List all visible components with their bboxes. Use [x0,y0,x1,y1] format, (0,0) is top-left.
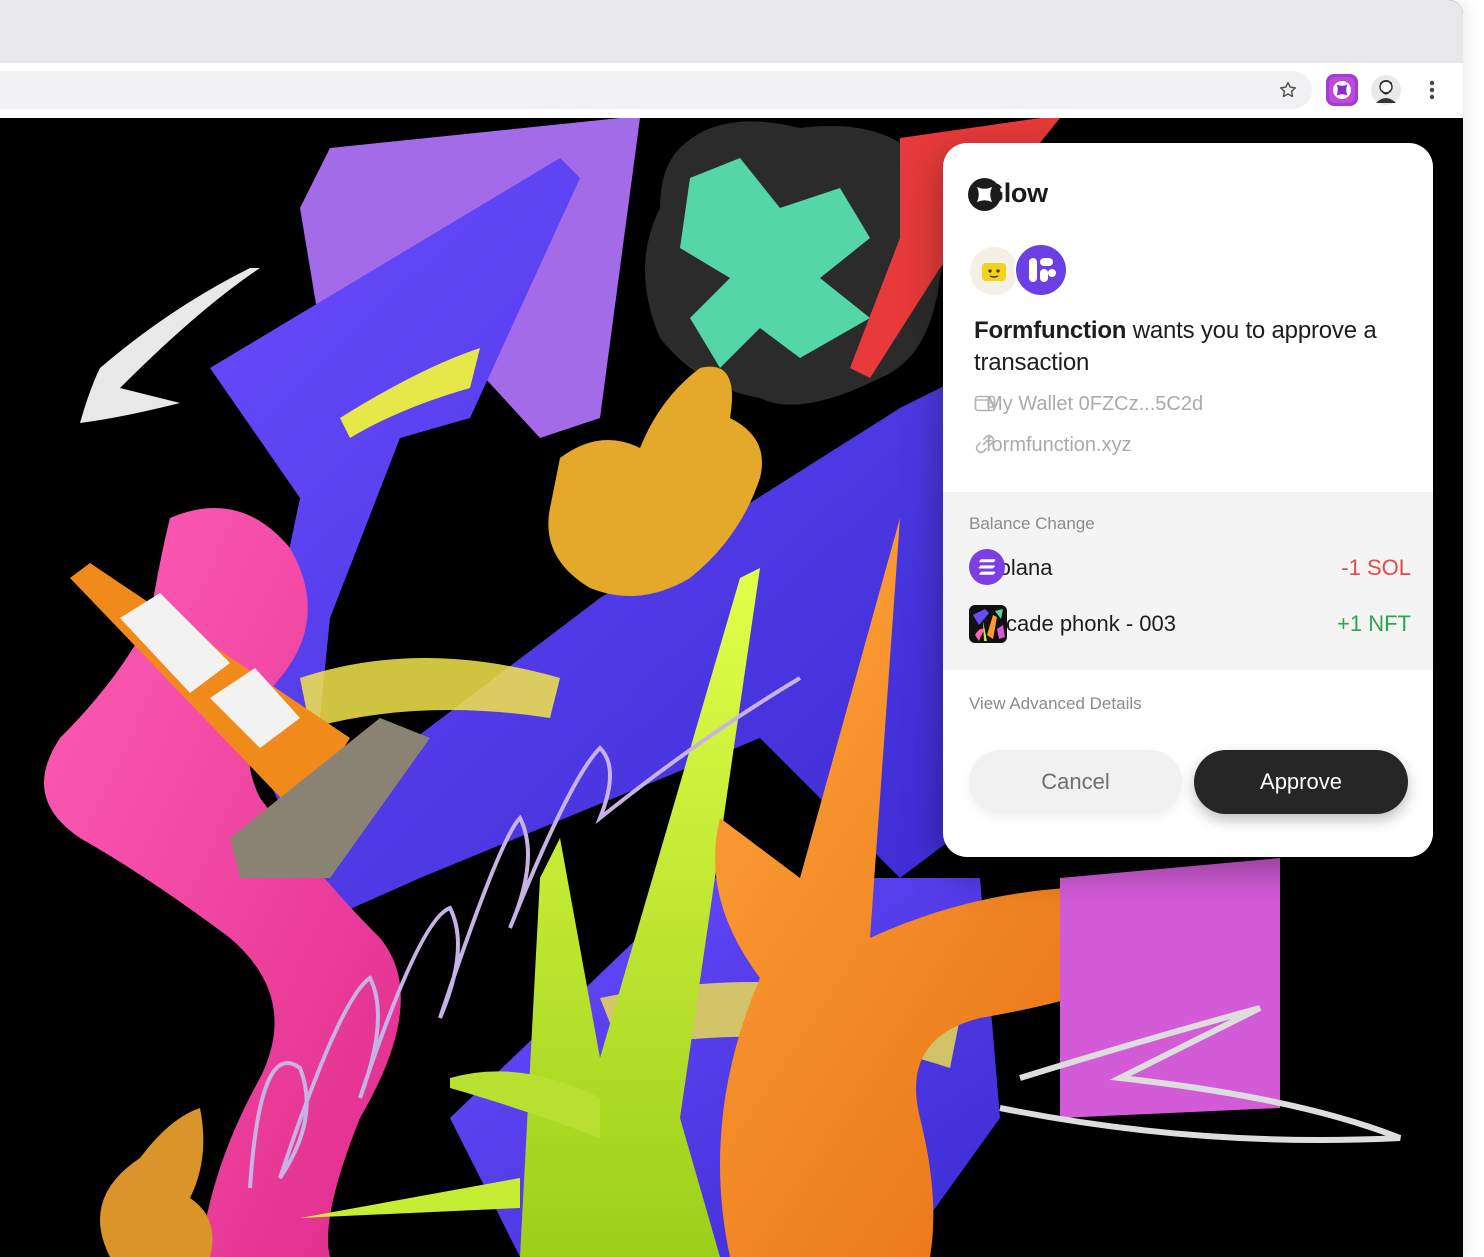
wallet-row: My Wallet 0FZCz...5C2d [974,393,1203,416]
balance-change-section: Balance Change Solana -1 SOL Arcade phon… [943,492,1433,670]
tab-strip [0,0,1463,63]
glow-approval-popup: Glow Formfunction wants you to approve a… [943,143,1433,857]
requesting-app-name: Formfunction [974,317,1127,344]
profile-avatar[interactable] [1370,74,1402,106]
balance-row: Arcade phonk - 003 +1 NFT [969,605,1411,643]
cancel-button[interactable]: Cancel [969,750,1182,814]
approval-request-text: Formfunction wants you to approve a tran… [974,315,1404,379]
balance-item-value: -1 SOL [1341,555,1411,580]
star-outline-icon[interactable] [1272,74,1304,106]
requesting-app-avatars [970,243,1080,299]
site-row: formfunction.xyz [974,434,1132,457]
wallet-label: My Wallet 0FZCz...5C2d [986,393,1204,415]
browser-toolbar [0,63,1463,118]
balance-row: Solana -1 SOL [969,549,1411,587]
address-bar[interactable] [0,71,1312,109]
page-artwork: Glow Formfunction wants you to approve a… [0,118,1463,1257]
glow-brand: Glow [968,178,1048,211]
approve-button[interactable]: Approve [1194,750,1408,814]
site-label[interactable]: formfunction.xyz [986,434,1132,457]
view-advanced-details-link[interactable]: View Advanced Details [969,694,1142,714]
browser-window: Glow Formfunction wants you to approve a… [0,0,1463,1257]
balance-item-name: Arcade phonk - 003 [984,611,1177,636]
kebab-menu-icon[interactable] [1416,74,1448,106]
balance-change-title: Balance Change [969,514,1095,533]
glow-extension-icon[interactable] [1326,74,1358,106]
balance-item-value: +1 NFT [1337,611,1411,636]
